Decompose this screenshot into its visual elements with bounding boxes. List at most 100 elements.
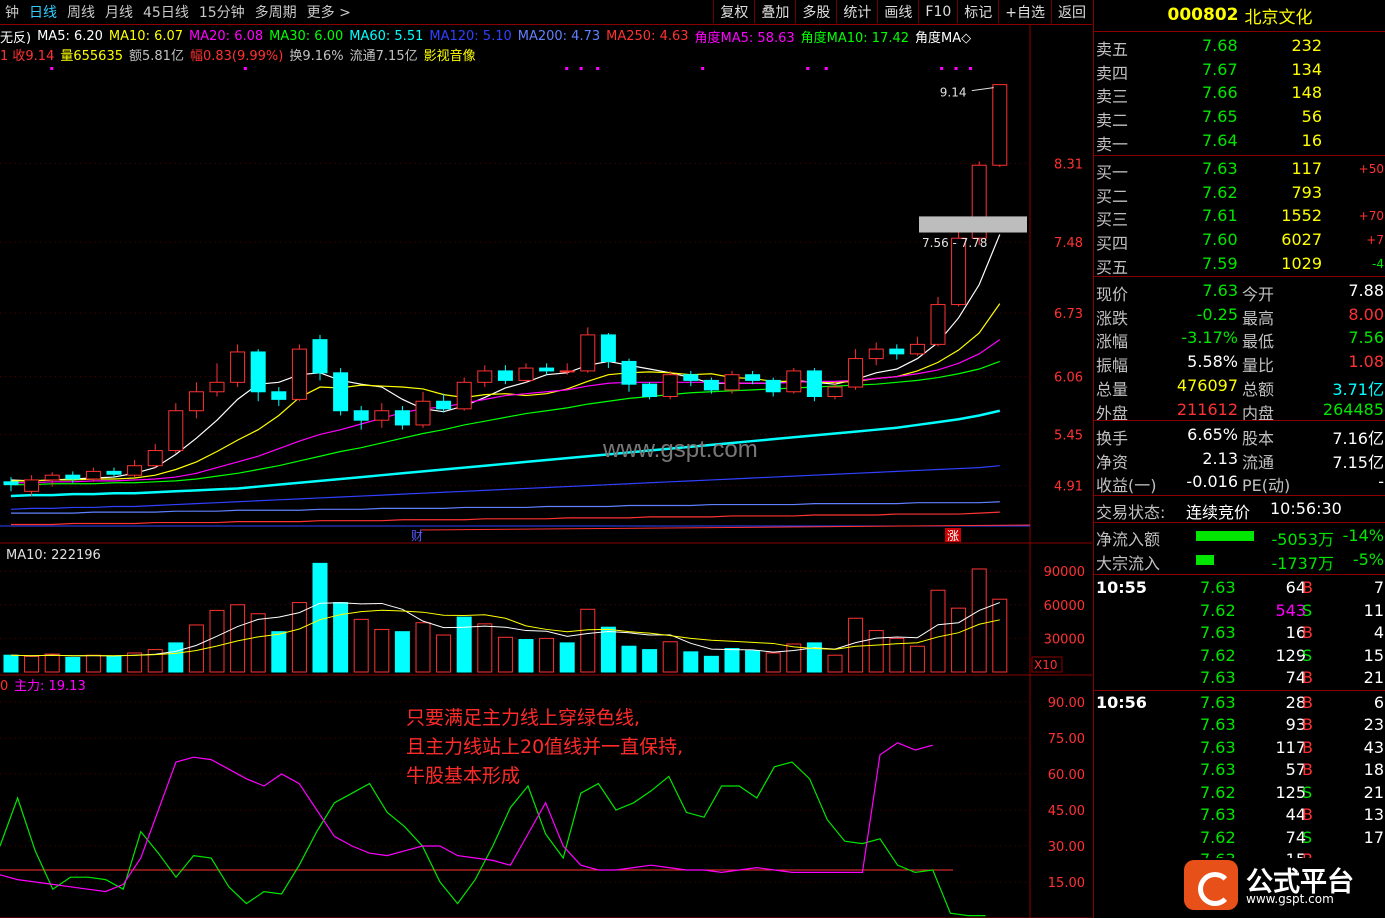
volume-bar[interactable] xyxy=(436,634,452,673)
period-tab[interactable]: 多周期 xyxy=(250,2,302,22)
volume-bar[interactable] xyxy=(765,652,781,673)
volume-bar[interactable] xyxy=(312,562,328,673)
bid-row[interactable]: 买三 7.61 1552 +70 xyxy=(1094,204,1385,229)
candle[interactable] xyxy=(127,465,143,476)
volume-bar[interactable] xyxy=(971,568,987,673)
volume-bar[interactable] xyxy=(230,604,246,673)
candle[interactable] xyxy=(230,351,246,383)
candle[interactable] xyxy=(436,400,452,410)
volume-bar[interactable] xyxy=(271,631,287,673)
volume-bar[interactable] xyxy=(333,602,349,673)
candle[interactable] xyxy=(271,391,287,400)
tool-button[interactable]: F10 xyxy=(918,0,957,23)
event-mark[interactable]: 财 xyxy=(411,529,423,543)
volume-bar[interactable] xyxy=(3,654,19,673)
tool-button[interactable]: 统计 xyxy=(836,0,877,23)
candle[interactable] xyxy=(559,370,575,373)
candle[interactable] xyxy=(188,391,204,412)
volume-bar[interactable] xyxy=(353,618,369,673)
volume-bar[interactable] xyxy=(147,649,163,673)
volume-bar[interactable] xyxy=(85,654,101,673)
candle[interactable] xyxy=(65,474,81,480)
candle[interactable] xyxy=(909,343,925,355)
period-tab[interactable]: 更多 > xyxy=(302,2,356,22)
period-tab[interactable]: 45日线 xyxy=(138,2,194,22)
candle[interactable] xyxy=(353,410,369,421)
volume-bar[interactable] xyxy=(724,647,740,673)
candle[interactable] xyxy=(621,360,637,385)
period-tab[interactable]: 日线 xyxy=(24,2,62,22)
tool-button[interactable]: 多股 xyxy=(795,0,836,23)
volume-bar[interactable] xyxy=(415,622,431,673)
candle[interactable] xyxy=(24,479,40,492)
volume-bar[interactable] xyxy=(642,649,658,673)
candle[interactable] xyxy=(827,386,843,398)
bid-row[interactable]: 买一 7.63 117 +50 xyxy=(1094,157,1385,182)
ask-row[interactable]: 卖二 7.65 56 xyxy=(1094,105,1385,130)
candle[interactable] xyxy=(312,339,328,374)
candle[interactable] xyxy=(806,370,822,398)
volume-bar[interactable] xyxy=(250,613,266,673)
volume-bar[interactable] xyxy=(106,655,122,673)
volume-bar[interactable] xyxy=(65,656,81,673)
candle[interactable] xyxy=(848,358,864,388)
volume-bar[interactable] xyxy=(580,608,596,673)
period-tab[interactable]: 钟 xyxy=(0,2,24,22)
volume-bar[interactable] xyxy=(456,616,472,673)
candle[interactable] xyxy=(930,304,946,345)
candle[interactable] xyxy=(497,370,513,381)
candle[interactable] xyxy=(600,334,616,362)
volume-bar[interactable] xyxy=(992,598,1008,673)
candle[interactable] xyxy=(374,410,390,421)
volume-bar[interactable] xyxy=(559,642,575,673)
volume-bar[interactable] xyxy=(806,642,822,673)
tool-button[interactable]: 画线 xyxy=(877,0,918,23)
volume-bar[interactable] xyxy=(786,643,802,673)
candle[interactable] xyxy=(745,374,761,381)
volume-bar[interactable] xyxy=(909,645,925,673)
candle[interactable] xyxy=(786,370,802,393)
candle[interactable] xyxy=(394,410,410,426)
volume-bar[interactable] xyxy=(683,651,699,673)
volume-bar[interactable] xyxy=(477,623,493,673)
candle[interactable] xyxy=(518,367,534,381)
volume-bar[interactable] xyxy=(703,655,719,673)
period-tab[interactable]: 月线 xyxy=(100,2,138,22)
candle[interactable] xyxy=(333,372,349,412)
candle[interactable] xyxy=(168,410,184,452)
volume-bar[interactable] xyxy=(951,607,967,673)
event-mark[interactable]: 涨 xyxy=(947,528,959,543)
candle[interactable] xyxy=(415,400,431,426)
candle[interactable] xyxy=(106,470,122,475)
volume-bar[interactable] xyxy=(539,637,555,673)
volume-bar[interactable] xyxy=(662,641,678,673)
volume-bar[interactable] xyxy=(600,626,616,673)
tool-button[interactable]: 叠加 xyxy=(754,0,795,23)
candle[interactable] xyxy=(992,84,1008,166)
bid-row[interactable]: 买五 7.59 1029 -4 xyxy=(1094,252,1385,277)
volume-bar[interactable] xyxy=(24,655,40,673)
volume-bar[interactable] xyxy=(518,639,534,673)
volume-bar[interactable] xyxy=(848,617,864,673)
bid-row[interactable]: 买四 7.60 6027 +7 xyxy=(1094,228,1385,253)
volume-bar[interactable] xyxy=(930,589,946,673)
candle[interactable] xyxy=(868,348,884,360)
volume-bar[interactable] xyxy=(44,653,60,673)
candle[interactable] xyxy=(580,334,596,372)
candle[interactable] xyxy=(85,470,101,480)
bid-row[interactable]: 买二 7.62 793 xyxy=(1094,181,1385,206)
candle[interactable] xyxy=(147,450,163,467)
candle[interactable] xyxy=(456,381,472,410)
volume-bar[interactable] xyxy=(497,636,513,673)
volume-bar[interactable] xyxy=(621,645,637,673)
candle[interactable] xyxy=(765,379,781,393)
candle[interactable] xyxy=(44,474,60,481)
ask-row[interactable]: 卖一 7.64 16 xyxy=(1094,129,1385,154)
tool-button[interactable]: +自选 xyxy=(998,0,1051,23)
tool-button[interactable]: 复权 xyxy=(713,0,754,23)
ask-row[interactable]: 卖五 7.68 232 xyxy=(1094,34,1385,59)
period-tab[interactable]: 15分钟 xyxy=(194,2,250,22)
candle[interactable] xyxy=(662,374,678,398)
candle[interactable] xyxy=(3,481,19,486)
price-range-box[interactable] xyxy=(919,216,1027,233)
